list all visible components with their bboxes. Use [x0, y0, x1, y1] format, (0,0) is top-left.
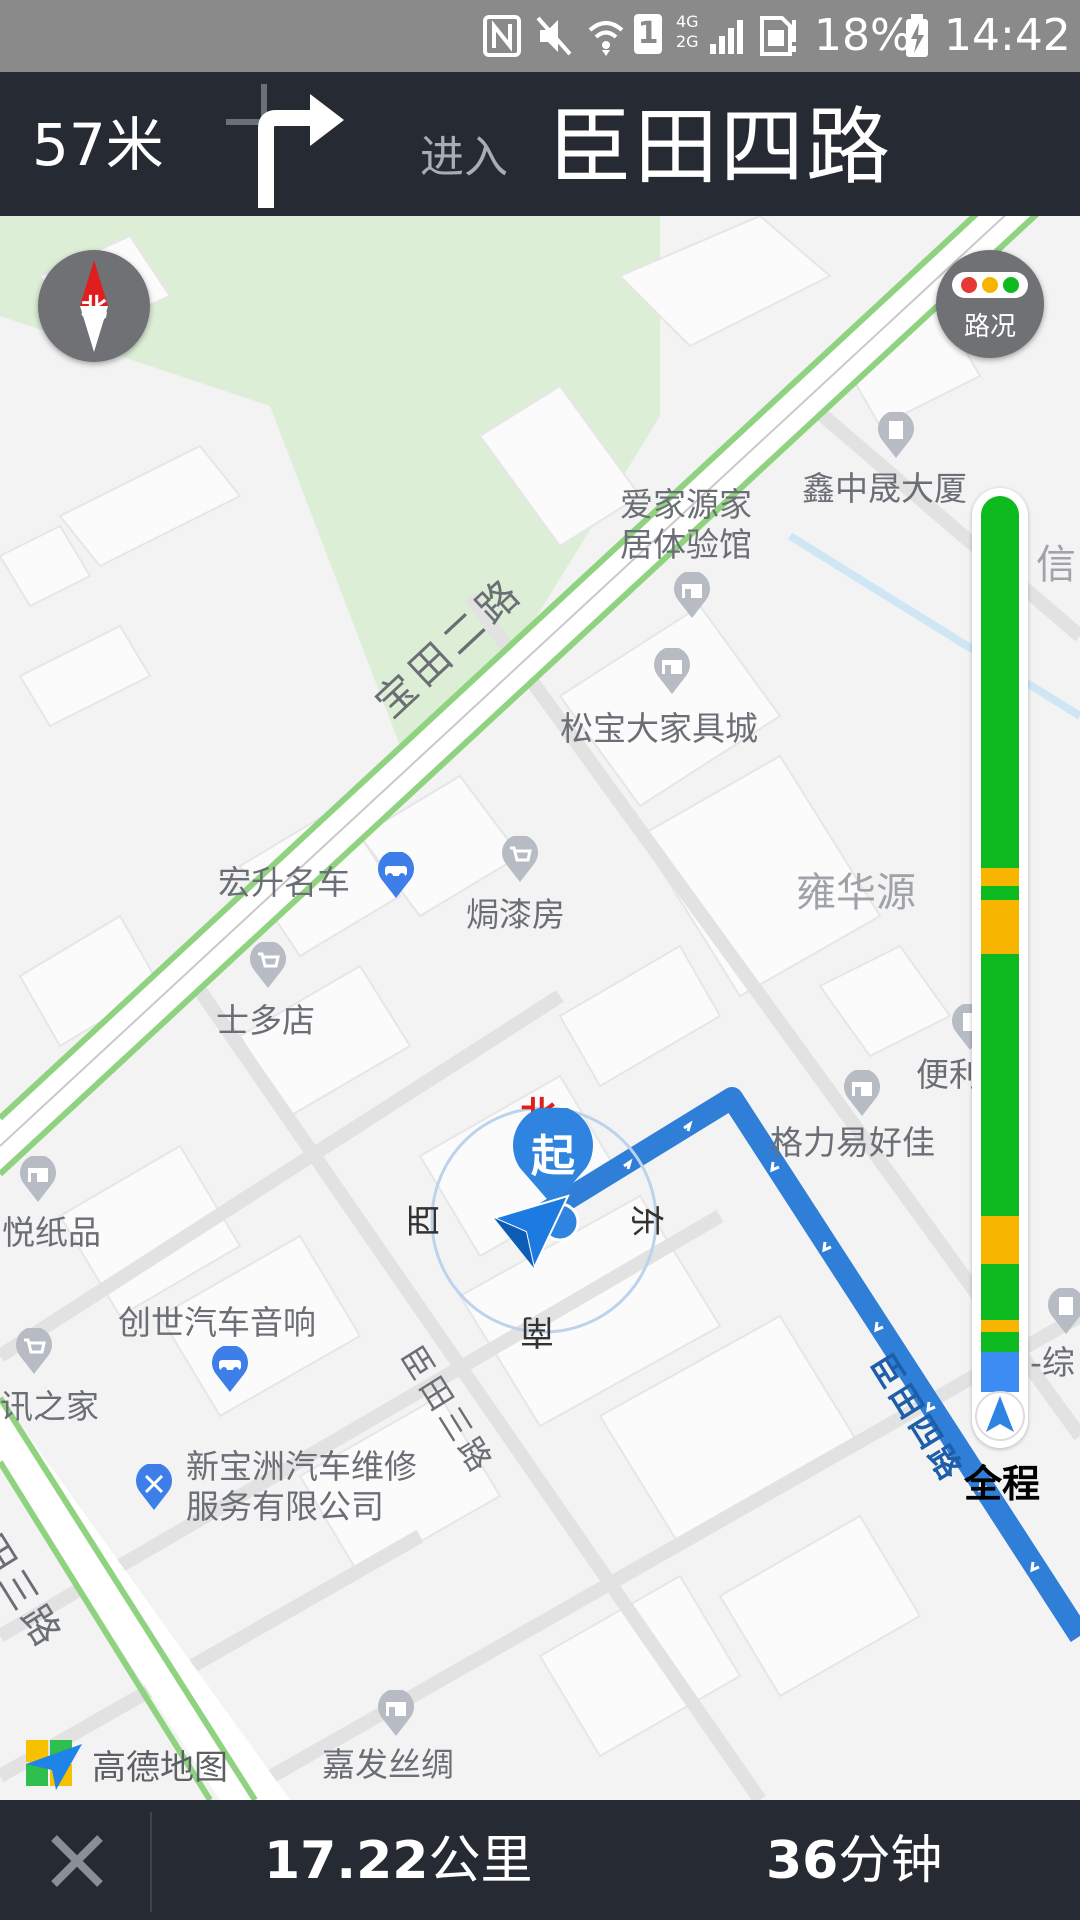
- car-icon[interactable]: [376, 852, 416, 900]
- car-icon[interactable]: [210, 1346, 250, 1394]
- poi-label[interactable]: 格力易好佳: [770, 1124, 935, 1162]
- remaining-time-value: 36: [766, 1831, 839, 1891]
- wifi-icon: [588, 21, 624, 56]
- traffic-segment-yellow: [981, 1216, 1019, 1264]
- overview-button[interactable]: 全程: [964, 1460, 1040, 1508]
- shop-icon[interactable]: [376, 1690, 416, 1738]
- clock: 14:42: [944, 10, 1071, 61]
- sim-alert-icon: [760, 16, 796, 56]
- compass-button[interactable]: 北: [38, 250, 150, 362]
- poi-label[interactable]: 士多店: [216, 1002, 315, 1040]
- navigation-header: 57米 进入 臣田四路: [0, 72, 1080, 216]
- shop-icon[interactable]: [652, 648, 692, 696]
- footer-divider: [150, 1812, 152, 1912]
- direction-west-label: 西: [404, 1203, 445, 1238]
- poi-label[interactable]: 居体验馆: [620, 526, 752, 564]
- traffic-segment-green: [981, 954, 1019, 1216]
- building-icon[interactable]: [1046, 1288, 1080, 1336]
- traffic-segment-green: [981, 1264, 1019, 1320]
- poi-label[interactable]: 信: [1036, 545, 1076, 585]
- remaining-time: 36分钟: [766, 1830, 942, 1892]
- amap-logo-icon: [26, 1740, 82, 1790]
- sim-slot-badge: 1: [634, 14, 662, 54]
- poi-label[interactable]: 松宝大家具城: [560, 710, 758, 748]
- direction-east-label: 东: [625, 1203, 666, 1238]
- poi-label[interactable]: 服务有限公司: [186, 1488, 384, 1526]
- shop-icon[interactable]: [672, 572, 712, 620]
- remaining-distance-unit: 公里: [428, 1831, 533, 1891]
- remaining-time-unit: 分钟: [838, 1831, 943, 1891]
- shop-icon[interactable]: [18, 1156, 58, 1204]
- poi-label[interactable]: 焗漆房: [466, 896, 565, 934]
- poi-label[interactable]: 嘉发丝绸: [322, 1746, 454, 1784]
- status-bar: 1 4G 2G 18% 14:42: [0, 0, 1080, 72]
- distance-to-turn: 57米: [32, 111, 164, 179]
- remaining-distance: 17.22公里: [264, 1830, 533, 1892]
- nfc-icon: [483, 15, 521, 57]
- poi-label[interactable]: 鑫中晟大厦: [802, 470, 967, 508]
- enter-label: 进入: [420, 132, 508, 183]
- signal-icon: [710, 20, 743, 54]
- amap-logo-text: 高德地图: [92, 1748, 228, 1788]
- compass-label: 北: [80, 294, 107, 324]
- building-icon[interactable]: [876, 412, 916, 460]
- close-icon: [51, 1835, 103, 1887]
- cart-icon[interactable]: [14, 1328, 54, 1376]
- traffic-segment-green: [981, 496, 1019, 868]
- traffic-segment-yellow: [981, 868, 1019, 886]
- poi-label[interactable]: 讯之家: [0, 1388, 99, 1426]
- traffic-segment-traveled: [981, 1352, 1019, 1392]
- turn-right-arrow-icon: [226, 84, 344, 208]
- current-position-icon: [975, 1391, 1025, 1441]
- shop-icon[interactable]: [842, 1070, 882, 1118]
- mute-icon: [536, 16, 572, 56]
- poi-label[interactable]: -综: [1030, 1344, 1075, 1382]
- map-view[interactable]: 宝田二路 臣田三路 臣田四路 宝田三路 爱家源家 居体验馆 鑫中晟大厦 信 松宝…: [0, 216, 1080, 1800]
- poi-label[interactable]: 悦纸品: [2, 1214, 101, 1252]
- traffic-light-icon: [952, 272, 1028, 298]
- poi-label[interactable]: 新宝洲汽车维修: [186, 1448, 417, 1486]
- traffic-toggle-button[interactable]: 路况: [936, 250, 1044, 358]
- exit-navigation-button[interactable]: [0, 1800, 150, 1920]
- traffic-button-label: 路况: [963, 312, 1016, 342]
- next-road-name: 臣田四路: [548, 98, 893, 196]
- area-label: 雍华源: [796, 870, 916, 916]
- poi-label[interactable]: 爱家源家: [620, 486, 752, 524]
- poi-label[interactable]: 创世汽车音响: [118, 1304, 316, 1342]
- cart-icon[interactable]: [500, 836, 540, 884]
- traffic-segment-yellow: [981, 900, 1019, 954]
- wrench-icon[interactable]: [134, 1464, 174, 1512]
- route-traffic-bar[interactable]: [972, 488, 1028, 1448]
- battery-charging-icon: [906, 14, 928, 57]
- traffic-segment-yellow: [981, 1320, 1019, 1332]
- vehicle-position-icon: [491, 1194, 580, 1272]
- battery-percent: 18%: [814, 10, 912, 61]
- poi-label[interactable]: 宏升名车: [218, 864, 350, 902]
- direction-south-label: 南: [520, 1311, 554, 1351]
- cart-icon[interactable]: [248, 942, 288, 990]
- traffic-segment-green: [981, 1332, 1019, 1352]
- traffic-segment-green: [981, 886, 1019, 900]
- remaining-distance-value: 17.22: [264, 1831, 429, 1891]
- navigation-footer: 17.22公里 36分钟: [0, 1800, 1080, 1920]
- map-canvas[interactable]: [0, 216, 1080, 1800]
